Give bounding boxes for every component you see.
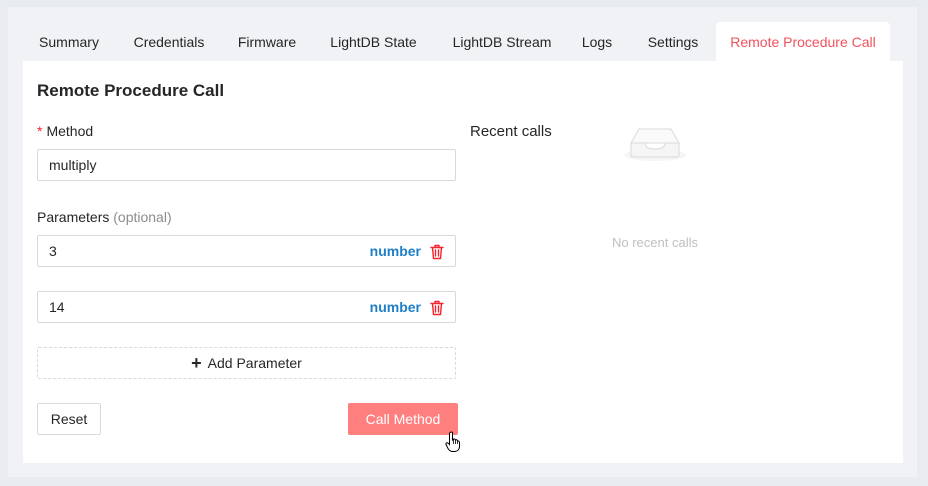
- parameter-type-toggle[interactable]: number: [370, 236, 421, 267]
- add-parameter-label: Add Parameter: [207, 355, 302, 371]
- tab-credentials[interactable]: Credentials: [119, 22, 219, 61]
- tab-lightdb-state[interactable]: LightDB State: [316, 22, 431, 61]
- tab-firmware[interactable]: Firmware: [227, 22, 307, 61]
- method-label-text: Method: [46, 123, 94, 139]
- tab-logs[interactable]: Logs: [573, 22, 621, 61]
- parameters-optional-hint: (optional): [113, 209, 172, 225]
- parameters-label: Parameters (optional): [37, 209, 172, 225]
- tab-lightdb-stream[interactable]: LightDB Stream: [439, 22, 565, 61]
- parameter-value: 3: [49, 243, 57, 259]
- method-input[interactable]: multiply: [37, 149, 456, 181]
- parameter-value: 14: [49, 299, 65, 315]
- empty-state-text: No recent calls: [612, 235, 698, 250]
- call-method-button[interactable]: Call Method: [348, 403, 458, 435]
- reset-button[interactable]: Reset: [37, 403, 101, 435]
- rpc-panel: Remote Procedure Call * Method multiply P…: [23, 61, 903, 463]
- parameters-label-text: Parameters: [37, 209, 110, 225]
- add-parameter-button[interactable]: + Add Parameter: [37, 347, 456, 379]
- page-title: Remote Procedure Call: [37, 81, 225, 100]
- parameter-type-toggle[interactable]: number: [370, 292, 421, 323]
- tab-bar: Summary Credentials Firmware LightDB Sta…: [23, 22, 903, 61]
- plus-icon: +: [191, 353, 202, 373]
- required-mark: *: [37, 123, 43, 139]
- method-input-value: multiply: [49, 157, 97, 173]
- trash-icon[interactable]: [430, 244, 444, 260]
- tab-settings[interactable]: Settings: [635, 22, 711, 61]
- method-label: * Method: [37, 123, 93, 139]
- parameter-input-1[interactable]: 3 number: [37, 235, 456, 267]
- parameter-input-2[interactable]: 14 number: [37, 291, 456, 323]
- inbox-icon: [624, 128, 686, 161]
- recent-calls-title: Recent calls: [470, 123, 552, 140]
- hand-pointer-icon: [445, 431, 460, 452]
- trash-icon[interactable]: [430, 300, 444, 316]
- tab-remote-procedure-call[interactable]: Remote Procedure Call: [716, 22, 890, 61]
- tab-summary[interactable]: Summary: [23, 22, 115, 61]
